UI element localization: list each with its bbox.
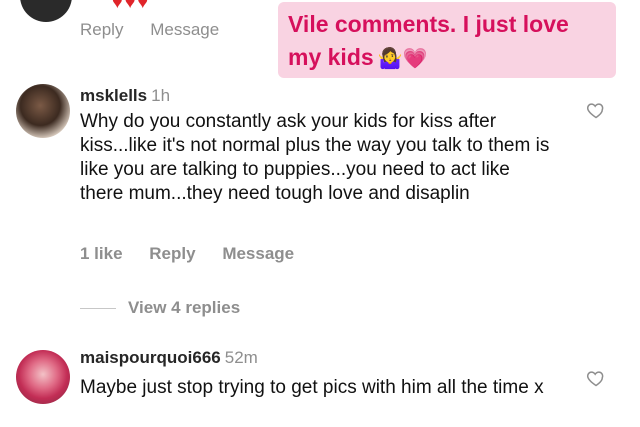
comment-username[interactable]: msklells 1h [80,86,170,106]
message-button[interactable]: Message [150,20,219,39]
message-button[interactable]: Message [222,244,294,263]
reply-button[interactable]: Reply [149,244,195,263]
annotation-line-2-text: my kids [288,44,374,70]
view-replies-label[interactable]: View 4 replies [128,298,240,317]
divider-line [80,308,116,310]
like-heart-icon[interactable] [586,100,606,120]
reply-button[interactable]: Reply [80,20,123,39]
annotation-line-2: my kids 🤷‍♀️💗 [288,41,606,76]
likes-count[interactable]: 1 like [80,244,123,263]
username-text[interactable]: msklells [80,86,147,105]
username-text[interactable]: maispourquoi666 [80,348,221,367]
comment-actions: 1 like Reply Message [80,244,316,264]
comment-time: 1h [151,86,171,105]
comment-thread: ♥♥♥ Reply Message Vile comments. I just … [0,0,640,427]
shrug-heart-emoji-icon: 🤷‍♀️💗 [377,48,428,70]
comment-username[interactable]: maispourquoi666 52m [80,348,258,368]
annotation-line-1: Vile comments. I just love [288,11,569,37]
heart-emojis-icon: ♥♥♥ [112,0,151,12]
view-replies-button[interactable]: View 4 replies [80,298,240,318]
avatar[interactable] [16,350,70,404]
comment-actions: Reply Message [80,20,241,40]
like-heart-icon[interactable] [586,368,606,388]
comment-text: Why do you constantly ask your kids for … [80,111,550,204]
avatar[interactable] [20,0,72,22]
avatar[interactable] [16,84,70,138]
comment-text: Maybe just stop trying to get pics with … [80,377,544,398]
comment-time: 52m [224,348,258,367]
annotation-caption: Vile comments. I just love my kids 🤷‍♀️💗 [278,2,616,78]
